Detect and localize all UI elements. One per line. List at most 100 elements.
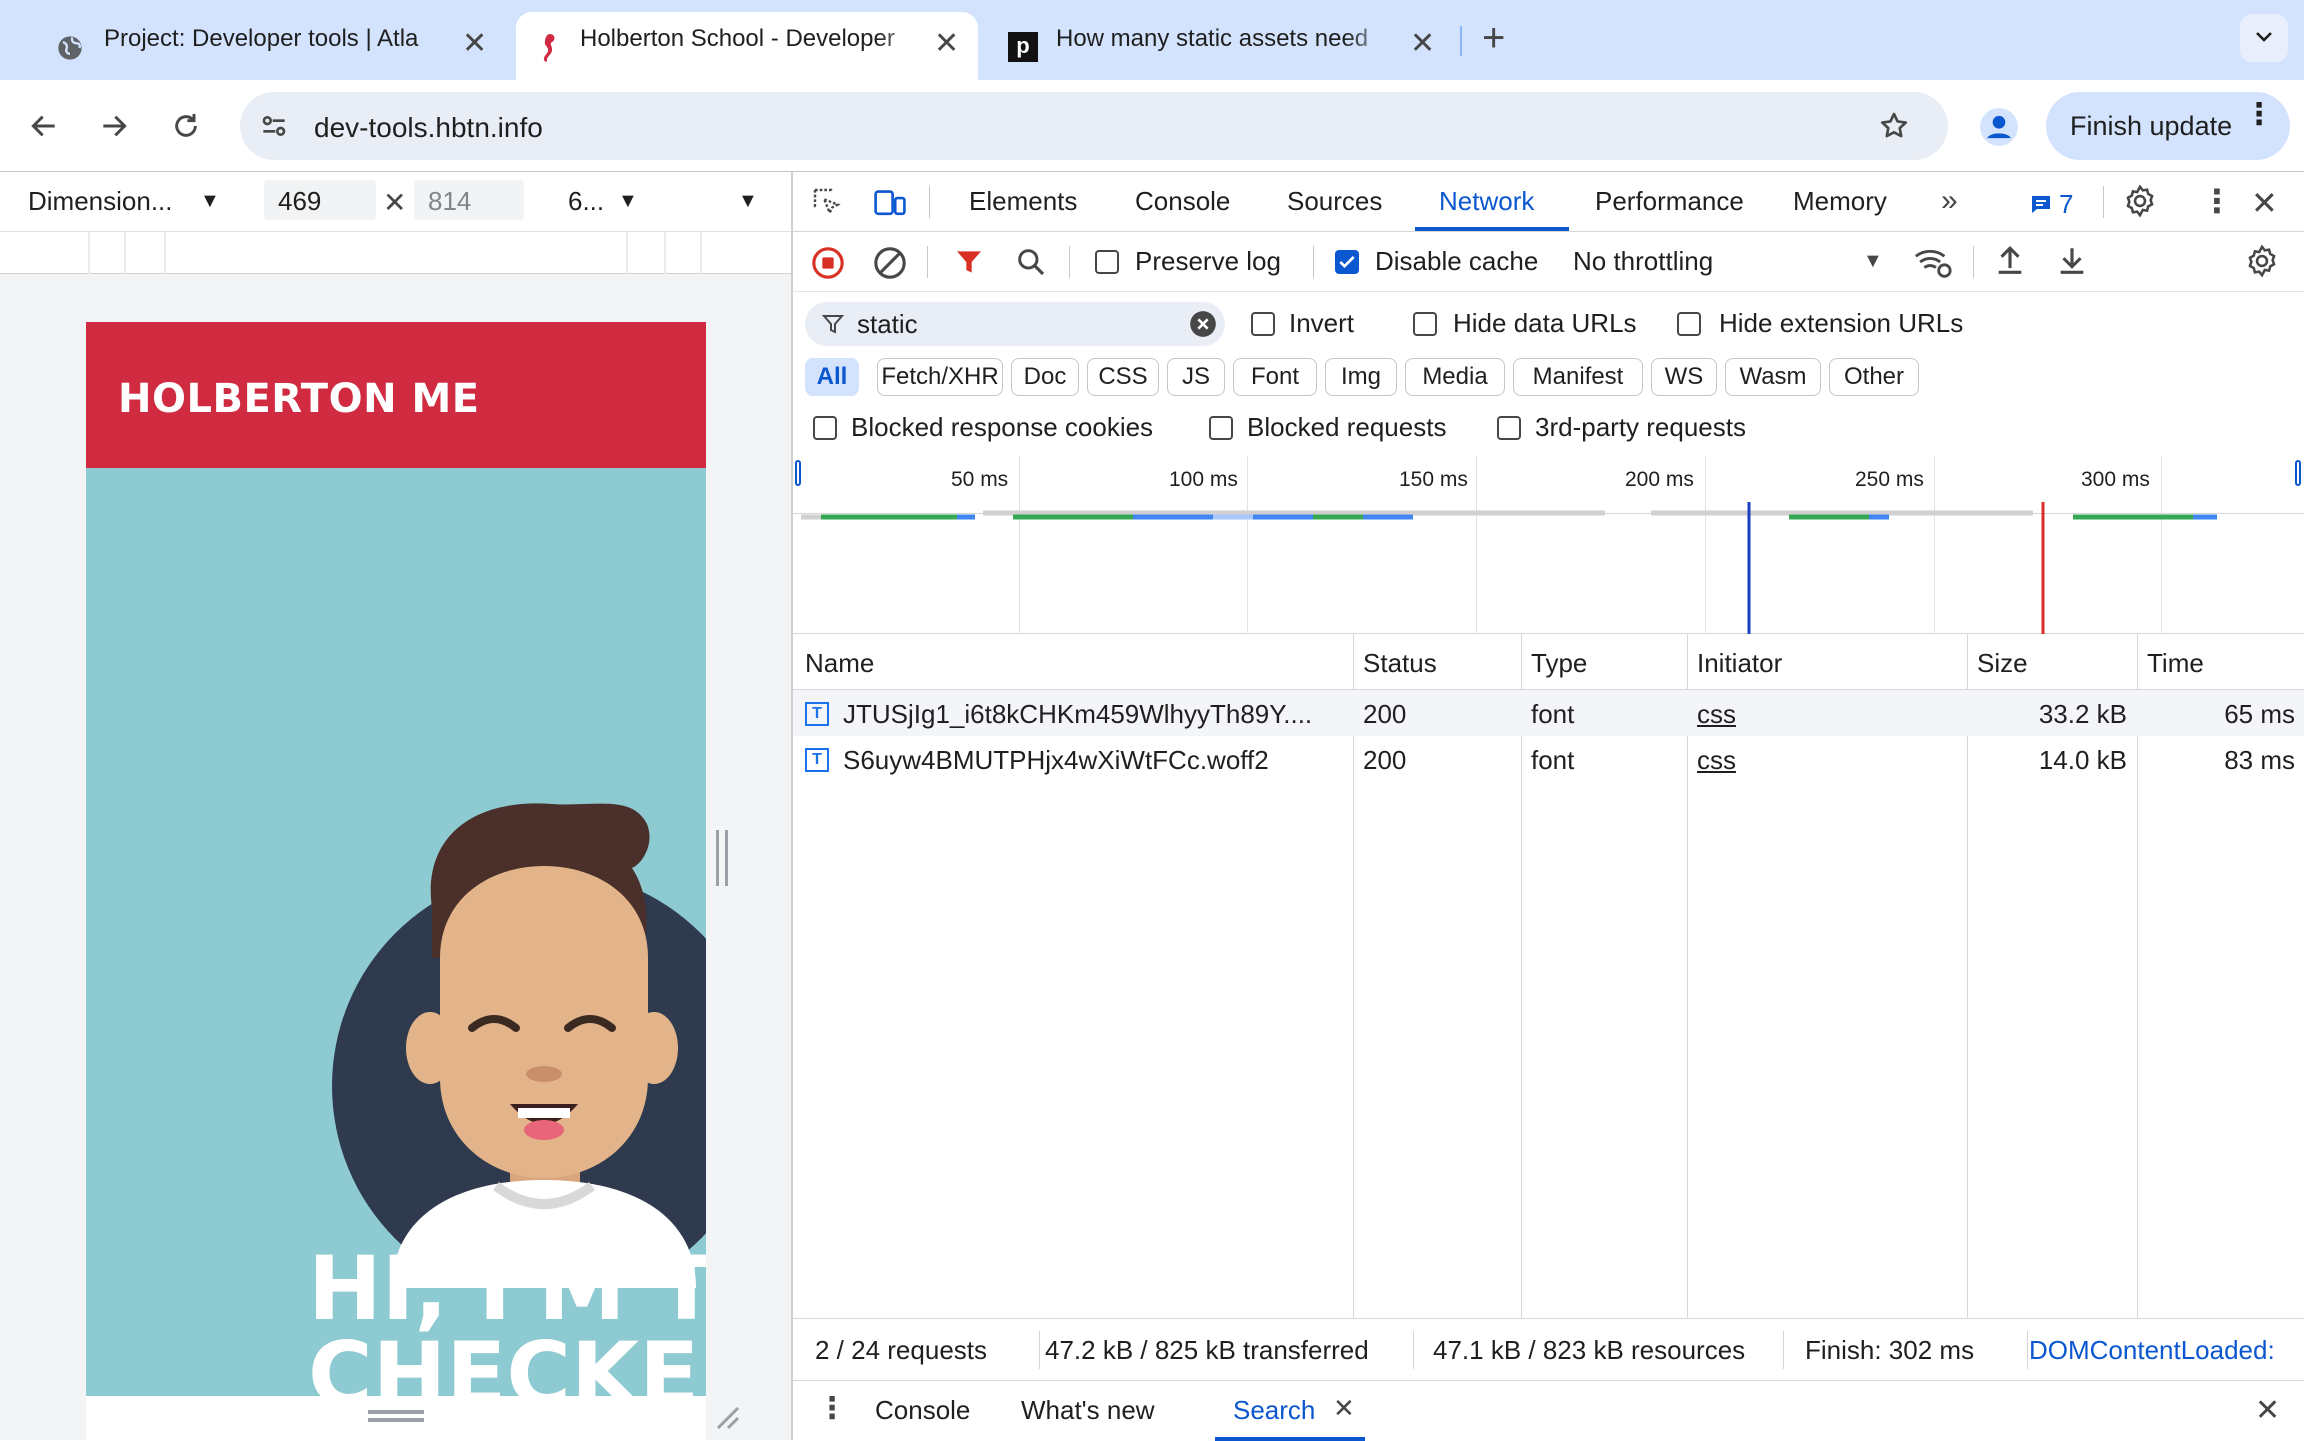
tab-memory[interactable]: Memory [1793, 186, 1887, 217]
request-initiator-link[interactable]: css [1697, 699, 1736, 730]
tab-sources[interactable]: Sources [1287, 186, 1382, 217]
close-devtools-icon[interactable]: ✕ [2251, 184, 2278, 222]
tab-network[interactable]: Network [1439, 186, 1534, 217]
viewport-bottom-bar [86, 1396, 706, 1440]
bookmark-star-icon[interactable] [1878, 110, 1910, 142]
column-size[interactable]: Size [1977, 648, 2028, 679]
column-name[interactable]: Name [805, 648, 874, 679]
filter-input[interactable]: static [805, 302, 1225, 346]
reload-icon[interactable] [170, 110, 202, 142]
address-bar[interactable]: dev-tools.hbtn.info [240, 92, 1948, 160]
type-chip-js[interactable]: JS [1167, 358, 1225, 396]
tab-console[interactable]: Console [1135, 186, 1230, 217]
resize-handle-bottom[interactable] [368, 1410, 424, 1414]
more-options-caret-icon[interactable]: ▼ [738, 190, 758, 213]
finish-time: Finish: 302 ms [1805, 1335, 1975, 1365]
type-chip-fetch-xhr[interactable]: Fetch/XHR [877, 358, 1003, 396]
table-row[interactable]: T JTUSjIg1_i6t8kCHKm459WlhyyTh89Y.... 20… [793, 690, 2304, 736]
hide-extension-urls-checkbox[interactable] [1677, 312, 1701, 336]
throttling-select[interactable]: No throttling [1573, 246, 1713, 277]
request-type: font [1531, 745, 1575, 775]
resize-handle-side[interactable] [716, 830, 728, 886]
network-overview[interactable]: 50 ms 100 ms 150 ms 200 ms 250 ms 300 ms [793, 456, 2304, 634]
disable-cache-checkbox[interactable] [1335, 250, 1359, 274]
site-settings-icon[interactable] [258, 110, 290, 142]
search-icon[interactable] [1015, 246, 1047, 278]
emulated-page[interactable]: HOLBERTON ME HI, I'M T CHECKEI [86, 322, 706, 1396]
request-time: 83 ms [2224, 745, 2295, 775]
network-settings-gear-icon[interactable] [2245, 244, 2279, 278]
request-name[interactable]: JTUSjIg1_i6t8kCHKm459WlhyyTh89Y.... [843, 699, 1347, 730]
type-chip-media[interactable]: Media [1405, 358, 1505, 396]
close-icon[interactable]: ✕ [934, 26, 959, 61]
table-header: Name Status Type Initiator Size Time [793, 634, 2304, 690]
invert-checkbox[interactable] [1251, 312, 1275, 336]
url-text[interactable]: dev-tools.hbtn.info [314, 112, 543, 144]
forward-icon[interactable] [98, 110, 130, 142]
zoom-select[interactable]: 6... [568, 186, 604, 217]
column-status[interactable]: Status [1363, 648, 1437, 679]
browser-tab-1[interactable]: Project: Developer tools | Atla ✕ [40, 12, 500, 80]
more-tabs-icon[interactable]: » [1941, 184, 1958, 218]
type-chip-ws[interactable]: WS [1651, 358, 1717, 396]
filter-funnel-icon[interactable] [953, 246, 985, 278]
type-chip-manifest[interactable]: Manifest [1513, 358, 1643, 396]
tab-elements[interactable]: Elements [969, 186, 1077, 217]
site-brand[interactable]: HOLBERTON ME [118, 376, 480, 422]
tab-search-button[interactable] [2240, 14, 2288, 62]
blocked-response-cookies-checkbox[interactable] [813, 416, 837, 440]
drawer-menu-icon[interactable]: ⋮ [817, 1391, 847, 1426]
height-input[interactable]: 814 [414, 180, 524, 220]
type-chip-img[interactable]: Img [1325, 358, 1397, 396]
close-drawer-icon[interactable]: ✕ [2255, 1393, 2280, 1428]
type-chip-other[interactable]: Other [1829, 358, 1919, 396]
drawer-tab-whats-new[interactable]: What's new [1021, 1395, 1155, 1426]
issues-counter[interactable]: 7 [2029, 188, 2073, 220]
new-tab-icon[interactable]: + [1482, 16, 1505, 61]
issues-count: 7 [2059, 188, 2074, 219]
export-har-icon[interactable] [2055, 244, 2089, 278]
network-conditions-icon[interactable] [1913, 244, 1953, 280]
hide-data-urls-checkbox[interactable] [1413, 312, 1437, 336]
preserve-log-checkbox[interactable] [1095, 250, 1119, 274]
record-stop-icon[interactable] [811, 246, 845, 280]
resize-corner-icon[interactable] [712, 1402, 740, 1430]
type-chip-all[interactable]: All [805, 358, 859, 396]
avatar-illustration [332, 758, 706, 1288]
third-party-requests-checkbox[interactable] [1497, 416, 1521, 440]
chevron-down-icon [2252, 24, 2276, 48]
request-name[interactable]: S6uyw4BMUTPHjx4wXiWtFCc.woff2 [843, 745, 1347, 776]
column-initiator[interactable]: Initiator [1697, 648, 1782, 679]
drawer-tab-console[interactable]: Console [875, 1395, 970, 1426]
width-input[interactable]: 469 [264, 180, 376, 220]
profile-avatar-icon[interactable] [1980, 108, 2018, 146]
back-icon[interactable] [28, 110, 60, 142]
dimensions-select[interactable]: Dimension... [28, 186, 173, 217]
request-initiator-link[interactable]: css [1697, 745, 1736, 776]
close-icon[interactable]: ✕ [1410, 26, 1435, 61]
type-chip-css[interactable]: CSS [1087, 358, 1159, 396]
clear-icon[interactable] [873, 246, 907, 280]
kebab-menu-icon[interactable]: ⋮ [2201, 182, 2233, 220]
browser-tab-3[interactable]: p How many static assets need ✕ [992, 12, 1452, 80]
table-row[interactable]: T S6uyw4BMUTPHjx4wXiWtFCc.woff2 200 font… [793, 736, 2304, 782]
type-chip-doc[interactable]: Doc [1011, 358, 1079, 396]
devtools-drawer-tabbar: ⋮ Console What's new Search ✕ ✕ [793, 1380, 2304, 1441]
browser-tab-2[interactable]: Holberton School - Developer ✕ [516, 12, 978, 80]
finish-update-button[interactable]: Finish update ⋮ [2046, 92, 2290, 160]
type-chip-font[interactable]: Font [1233, 358, 1317, 396]
close-icon[interactable]: ✕ [462, 26, 487, 61]
column-time[interactable]: Time [2147, 648, 2204, 679]
column-type[interactable]: Type [1531, 648, 1587, 679]
tab-divider [929, 186, 930, 218]
type-chip-wasm[interactable]: Wasm [1725, 358, 1821, 396]
close-search-tab-icon[interactable]: ✕ [1333, 1393, 1355, 1424]
drawer-tab-search[interactable]: Search [1233, 1395, 1315, 1426]
device-toggle-icon[interactable] [873, 186, 907, 218]
inspect-element-icon[interactable] [811, 186, 843, 218]
settings-gear-icon[interactable] [2123, 184, 2157, 218]
tab-performance[interactable]: Performance [1595, 186, 1744, 217]
blocked-requests-checkbox[interactable] [1209, 416, 1233, 440]
import-har-icon[interactable] [1993, 244, 2027, 278]
clear-filter-icon[interactable] [1189, 310, 1217, 338]
